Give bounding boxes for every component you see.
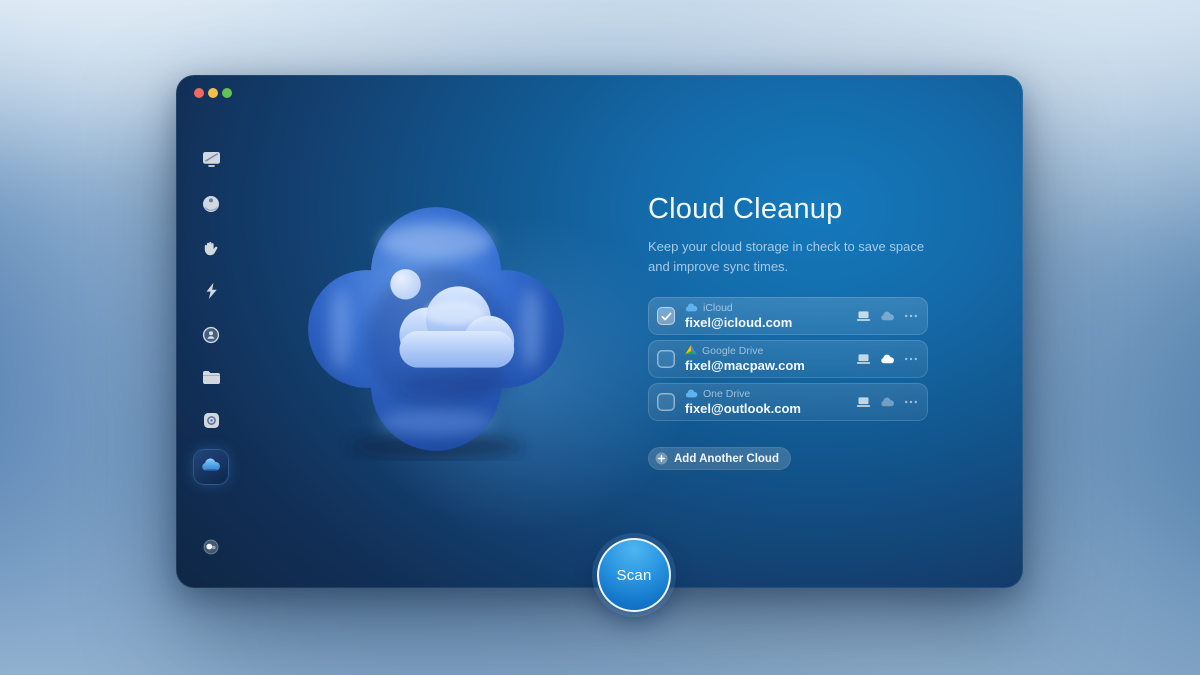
onedrive-checkbox[interactable] — [657, 393, 675, 411]
monitor-icon — [202, 151, 221, 173]
page-description: Keep your cloud storage in check to save… — [648, 237, 948, 277]
sidebar-item-performance[interactable] — [194, 276, 228, 310]
cloud-icon — [201, 457, 221, 477]
laptop-icon — [856, 310, 871, 322]
sidebar — [176, 75, 246, 588]
cloud-account-list: iCloud fixel@icloud.com — [648, 297, 928, 421]
account-row-onedrive[interactable]: One Drive fixel@outlook.com — [648, 383, 928, 421]
ellipsis-icon[interactable] — [904, 400, 918, 404]
hand-icon — [202, 239, 220, 262]
ellipsis-icon[interactable] — [904, 357, 918, 361]
account-email: fixel@outlook.com — [685, 401, 801, 416]
google-drive-checkbox[interactable] — [657, 350, 675, 368]
account-row-icloud[interactable]: iCloud fixel@icloud.com — [648, 297, 928, 335]
sphere-icon — [202, 195, 220, 218]
laptop-icon — [856, 396, 871, 408]
sidebar-item-smart-care[interactable] — [194, 145, 228, 179]
desktop: Cloud Cleanup Keep your cloud storage in… — [0, 0, 1200, 675]
sidebar-item-space-lens[interactable] — [194, 406, 228, 440]
sidebar-item-assistant[interactable] — [194, 534, 228, 564]
sidebar-item-applications[interactable] — [194, 320, 228, 354]
account-email: fixel@macpaw.com — [685, 358, 805, 373]
lightning-icon — [204, 282, 219, 305]
icloud-checkbox[interactable] — [657, 307, 675, 325]
account-row-google-drive[interactable]: Google Drive fixel@macpaw.com — [648, 340, 928, 378]
lens-icon — [203, 412, 220, 434]
window-background: Cloud Cleanup Keep your cloud storage in… — [176, 75, 1023, 588]
cloud-sync-icon — [880, 354, 895, 364]
user-badge-icon — [202, 326, 220, 349]
ellipsis-icon[interactable] — [904, 314, 918, 318]
folder-icon — [202, 370, 221, 390]
sidebar-item-cloud-cleanup[interactable] — [194, 450, 228, 484]
sidebar-item-cleanup[interactable] — [194, 189, 228, 223]
add-button-label: Add Another Cloud — [674, 453, 779, 465]
sidebar-item-my-clutter[interactable] — [194, 363, 228, 397]
provider-name: iCloud — [703, 302, 733, 314]
app-window: Cloud Cleanup Keep your cloud storage in… — [176, 75, 1023, 588]
cloud-illustration — [304, 197, 568, 461]
assistant-sphere-icon — [203, 539, 219, 560]
provider-name: Google Drive — [702, 345, 763, 357]
sidebar-item-protection[interactable] — [194, 233, 228, 267]
cloud-sync-icon — [880, 311, 895, 321]
cloud-sync-icon — [880, 397, 895, 407]
plus-circle-icon — [655, 452, 668, 465]
provider-name: One Drive — [703, 388, 750, 400]
account-email: fixel@icloud.com — [685, 315, 792, 330]
scan-button[interactable]: Scan — [597, 538, 671, 612]
laptop-icon — [856, 353, 871, 365]
page-title: Cloud Cleanup — [648, 193, 842, 226]
add-another-cloud-button[interactable]: Add Another Cloud — [648, 447, 791, 470]
scan-button-label: Scan — [617, 567, 652, 584]
